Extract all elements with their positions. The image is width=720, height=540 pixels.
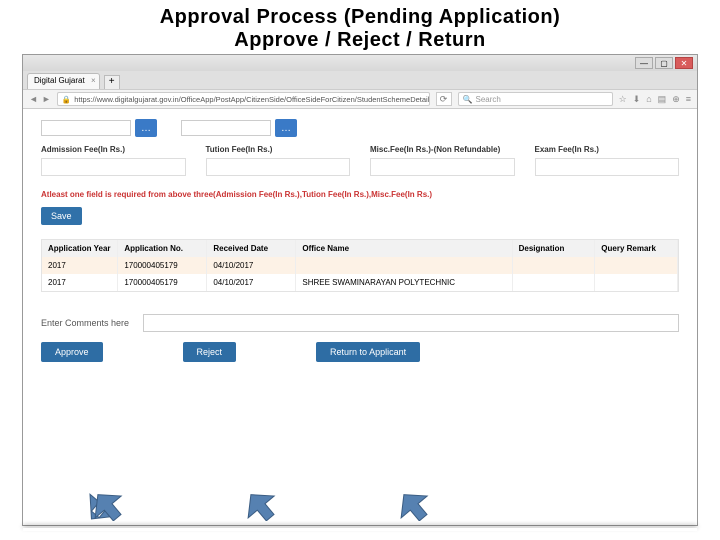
- return-button[interactable]: Return to Applicant: [316, 342, 420, 362]
- toolbar-icons: ☆ ⬇ ⌂ ▤ ⊕ ≡: [619, 94, 691, 105]
- slide-title-line2: Approve / Reject / Return: [0, 29, 720, 52]
- table-row[interactable]: 2017 170000405179 04/10/2017 SHREE SWAMI…: [42, 274, 678, 291]
- arrow-icon: [389, 487, 437, 521]
- approve-button[interactable]: Approve: [41, 342, 103, 362]
- annotation-arrows: [83, 487, 437, 521]
- th-appno: Application No.: [118, 240, 207, 257]
- td-appno: 170000405179: [118, 257, 207, 274]
- fee-row: Admission Fee(In Rs.) Tution Fee(In Rs.)…: [41, 145, 679, 176]
- slide-title-line1: Approval Process (Pending Application): [0, 6, 720, 29]
- td-year: 2017: [42, 257, 118, 274]
- window-close-button[interactable]: ✕: [675, 57, 693, 69]
- url-text: https://www.digitalgujarat.gov.in/Office…: [74, 95, 429, 104]
- td-designation: [513, 257, 596, 274]
- misc-fee-label: Misc.Fee(In Rs.)-(Non Refundable): [370, 145, 515, 154]
- admission-fee-input[interactable]: [41, 158, 186, 176]
- admission-fee-label: Admission Fee(In Rs.): [41, 145, 186, 154]
- action-row: Approve Reject Return to Applicant: [41, 342, 679, 392]
- reject-button[interactable]: Reject: [183, 342, 237, 362]
- exam-fee-input[interactable]: [535, 158, 680, 176]
- th-year: Application Year: [42, 240, 118, 257]
- td-date: 04/10/2017: [207, 274, 296, 291]
- td-date: 04/10/2017: [207, 257, 296, 274]
- td-remark: [595, 274, 678, 291]
- comment-label: Enter Comments here: [41, 318, 129, 328]
- tuition-fee-label: Tution Fee(In Rs.): [206, 145, 351, 154]
- arrow-icon: [83, 487, 131, 521]
- tuition-fee-input[interactable]: [206, 158, 351, 176]
- lookup-group-2: …: [181, 119, 297, 137]
- lookup-button-1[interactable]: …: [135, 119, 157, 137]
- tuition-fee-group: Tution Fee(In Rs.): [206, 145, 351, 176]
- search-input[interactable]: 🔍 Search: [458, 92, 613, 106]
- table-row[interactable]: 2017 170000405179 04/10/2017: [42, 257, 678, 274]
- window-minimize-button[interactable]: —: [635, 57, 653, 69]
- browser-window: — ▢ ✕ Digital Gujarat × + ◄ ► 🔒 https://…: [22, 54, 698, 526]
- td-remark: [595, 257, 678, 274]
- tab-close-icon[interactable]: ×: [91, 76, 96, 85]
- th-remark: Query Remark: [595, 240, 678, 257]
- search-placeholder: Search: [476, 95, 501, 104]
- addon-icon[interactable]: ⊕: [672, 94, 680, 105]
- misc-fee-input[interactable]: [370, 158, 515, 176]
- applications-table: Application Year Application No. Receive…: [41, 239, 679, 292]
- download-icon[interactable]: ⬇: [633, 94, 641, 105]
- lookup-group-1: …: [41, 119, 157, 137]
- save-button[interactable]: Save: [41, 207, 82, 225]
- comment-row: Enter Comments here: [41, 314, 679, 332]
- lock-icon: 🔒: [62, 95, 71, 104]
- th-designation: Designation: [513, 240, 596, 257]
- window-titlebar: — ▢ ✕: [23, 55, 697, 71]
- misc-fee-group: Misc.Fee(In Rs.)-(Non Refundable): [370, 145, 515, 176]
- browser-tabstrip: Digital Gujarat × +: [23, 71, 697, 89]
- arrow-icon: [236, 487, 284, 521]
- star-icon[interactable]: ☆: [619, 94, 627, 105]
- url-input[interactable]: 🔒 https://www.digitalgujarat.gov.in/Offi…: [57, 92, 430, 106]
- shadow-divider: [23, 528, 697, 531]
- bookmark-icon[interactable]: ▤: [658, 94, 667, 105]
- td-office: [296, 257, 512, 274]
- refresh-button[interactable]: ⟳: [436, 92, 452, 106]
- nav-buttons: ◄ ►: [29, 94, 51, 104]
- comment-input[interactable]: [143, 314, 679, 332]
- address-bar: ◄ ► 🔒 https://www.digitalgujarat.gov.in/…: [23, 89, 697, 109]
- table-header: Application Year Application No. Receive…: [42, 240, 678, 257]
- menu-icon[interactable]: ≡: [686, 94, 691, 105]
- forward-icon[interactable]: ►: [42, 94, 51, 104]
- lookup-input-2[interactable]: [181, 120, 271, 136]
- window-maximize-button[interactable]: ▢: [655, 57, 673, 69]
- slide-title: Approval Process (Pending Application) A…: [0, 0, 720, 54]
- admission-fee-group: Admission Fee(In Rs.): [41, 145, 186, 176]
- td-office: SHREE SWAMINARAYAN POLYTECHNIC: [296, 274, 512, 291]
- home-icon[interactable]: ⌂: [646, 94, 651, 105]
- validation-warning: Atleast one field is required from above…: [41, 190, 679, 199]
- search-icon: 🔍: [463, 95, 473, 104]
- back-icon[interactable]: ◄: [29, 94, 38, 104]
- tab-title: Digital Gujarat: [34, 76, 85, 85]
- exam-fee-label: Exam Fee(In Rs.): [535, 145, 680, 154]
- td-appno: 170000405179: [118, 274, 207, 291]
- th-date: Received Date: [207, 240, 296, 257]
- lookup-input-1[interactable]: [41, 120, 131, 136]
- browser-tab[interactable]: Digital Gujarat ×: [27, 73, 100, 89]
- td-designation: [513, 274, 596, 291]
- lookup-row: … …: [41, 119, 679, 137]
- lookup-button-2[interactable]: …: [275, 119, 297, 137]
- exam-fee-group: Exam Fee(In Rs.): [535, 145, 680, 176]
- page-viewport: … … Admission Fee(In Rs.) Tution Fee(In …: [23, 109, 697, 525]
- new-tab-button[interactable]: +: [104, 75, 120, 89]
- td-year: 2017: [42, 274, 118, 291]
- th-office: Office Name: [296, 240, 512, 257]
